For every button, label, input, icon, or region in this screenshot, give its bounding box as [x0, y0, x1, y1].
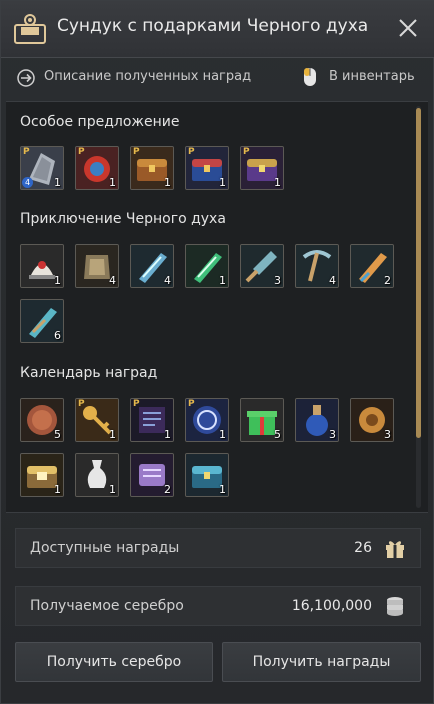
enhance-badge: 4 [22, 177, 33, 188]
blue-potion-slot[interactable]: 3 [295, 398, 339, 442]
item-count: 6 [54, 329, 61, 342]
scrollbar-thumb[interactable] [416, 108, 421, 438]
title-bar: Сундук с подарками Черного духа [1, 1, 434, 58]
red-ornament-item-slot[interactable]: P1 [75, 146, 119, 190]
gift-icon [386, 541, 404, 558]
section-title-reward-calendar: Календарь наград [20, 365, 158, 381]
item-count: 1 [219, 483, 226, 496]
item-count: 1 [219, 428, 226, 441]
item-count: 1 [274, 176, 281, 189]
premium-mark: P [78, 147, 85, 157]
dark-scroll-slot[interactable]: P1 [130, 398, 174, 442]
sub-toolbar: Описание полученных наград В инвентарь [1, 61, 434, 93]
orange-shard-slot[interactable]: 2 [350, 244, 394, 288]
premium-mark: P [188, 147, 195, 157]
get-rewards-button[interactable]: Получить награды [222, 642, 421, 682]
premium-mark: P [133, 399, 140, 409]
item-count: 3 [274, 274, 281, 287]
item-count: 3 [329, 428, 336, 441]
item-count: 1 [219, 176, 226, 189]
green-shard-slot[interactable]: 1 [185, 244, 229, 288]
item-count: 5 [54, 428, 61, 441]
window-title: Сундук с подарками Черного духа [57, 16, 369, 36]
item-count: 4 [164, 274, 171, 287]
gift-box-slot[interactable]: 5 [240, 398, 284, 442]
purple-scroll-slot[interactable]: 2 [130, 453, 174, 497]
premium-mark: P [23, 147, 30, 157]
item-count: 1 [109, 483, 116, 496]
section-title-black-spirit-adventure: Приключение Черного духа [20, 211, 226, 227]
silver-amount: 16,100,000 [291, 598, 372, 614]
item-count: 1 [219, 274, 226, 287]
item-count: 1 [54, 483, 61, 496]
available-rewards-count: 26 [354, 540, 372, 556]
reward-description-link[interactable]: Описание полученных наград [44, 69, 251, 84]
blue-emblem-slot[interactable]: P1 [185, 398, 229, 442]
pickaxe-slot[interactable]: 4 [295, 244, 339, 288]
teal-chest-slot[interactable]: 1 [185, 453, 229, 497]
coin-stack-icon [387, 597, 403, 616]
purple-chest-slot[interactable]: P1 [240, 146, 284, 190]
gold-key-slot[interactable]: P1 [75, 398, 119, 442]
item-count: 4 [109, 274, 116, 287]
section-title-special-offer: Особое предложение [20, 114, 180, 130]
silver-row: Получаемое серебро 16,100,000 [15, 586, 421, 626]
item-count: 1 [54, 176, 61, 189]
item-count: 1 [109, 428, 116, 441]
gold-gear-slot[interactable]: 3 [350, 398, 394, 442]
mouse-icon [304, 68, 316, 86]
item-count: 2 [164, 483, 171, 496]
shovel-slot[interactable]: 3 [240, 244, 284, 288]
rewards-list[interactable]: Особое предложение P41P1P1P1P1 Приключен… [6, 101, 428, 513]
premium-mark: P [78, 399, 85, 409]
item-count: 3 [384, 428, 391, 441]
gift-chest-icon [14, 14, 46, 44]
white-vase-slot[interactable]: 1 [75, 453, 119, 497]
get-silver-button[interactable]: Получить серебро [15, 642, 213, 682]
coin-item-slot[interactable]: 5 [20, 398, 64, 442]
to-inventory-label[interactable]: В инвентарь [329, 69, 415, 84]
silver-label: Получаемое серебро [30, 598, 184, 614]
premium-mark: P [243, 147, 250, 157]
blue-chest-slot[interactable]: P1 [185, 146, 229, 190]
item-count: 5 [274, 428, 281, 441]
blue-shard-slot[interactable]: 4 [130, 244, 174, 288]
available-rewards-label: Доступные награды [30, 540, 180, 556]
gold-chest-slot[interactable]: 1 [20, 453, 64, 497]
item-count: 1 [164, 176, 171, 189]
premium-mark: P [188, 399, 195, 409]
reward-chest-window: Сундук с подарками Черного духа Описание… [0, 0, 434, 704]
chainmail-item-slot[interactable]: P 4 1 [20, 146, 64, 190]
item-count: 4 [329, 274, 336, 287]
brown-chest-slot[interactable]: P1 [130, 146, 174, 190]
item-count: 1 [109, 176, 116, 189]
headgear-item-slot[interactable]: 1 [20, 244, 64, 288]
armor-item-slot[interactable]: 4 [75, 244, 119, 288]
teal-shard-slot[interactable]: 6 [20, 299, 64, 343]
item-count: 1 [164, 428, 171, 441]
item-count: 1 [54, 274, 61, 287]
arrow-circle-icon[interactable] [17, 69, 35, 87]
premium-mark: P [133, 147, 140, 157]
available-rewards-row: Доступные награды 26 [15, 528, 421, 568]
item-count: 2 [384, 274, 391, 287]
close-icon[interactable] [397, 17, 419, 39]
